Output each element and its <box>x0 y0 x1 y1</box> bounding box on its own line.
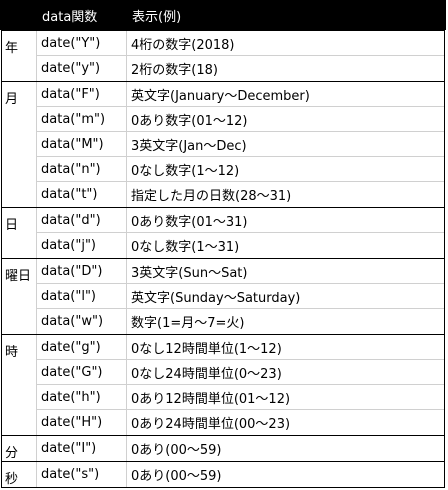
format-cell: data("t") <box>37 182 127 207</box>
format-cell: data("j") <box>37 233 127 258</box>
display-cell: 2桁の数字(18) <box>131 63 218 78</box>
table-row: data("j") 0なし数字(1～31) <box>37 233 444 258</box>
table-group: 分 date("I") 0あり(00～59) <box>1 435 445 461</box>
table-row: date("Y") 4桁の数字(2018) <box>37 31 444 56</box>
date-format-table: data関数 表示(例) 年 date("Y") 4桁の数字(2018) date("… <box>0 0 446 488</box>
table-row: data("D") 3英文字(Sun～Sat) <box>37 259 444 284</box>
table-row: data("l") 英文字(Sunday～Saturday) <box>37 284 444 309</box>
table-row: date("H") 0あり24時間単位(00～23) <box>37 410 444 435</box>
table-row: data("M") 3英文字(Jan～Dec) <box>37 132 444 157</box>
format-cell: data("m") <box>37 107 127 131</box>
display-cell: 0あり数字(01～12) <box>131 113 248 129</box>
format-cell: date("h") <box>37 385 127 409</box>
table-row: date("s") 0あり(00～59) <box>37 462 444 487</box>
display-cell: 指定した月の日数(28～31) <box>131 189 292 204</box>
table-group: 年 date("Y") 4桁の数字(2018) date("y") 2桁の数字(18) <box>1 30 445 81</box>
format-cell: data("F") <box>37 82 127 106</box>
display-cell: 数字(1=月～7=火) <box>131 316 245 331</box>
table-row: data("w") 数字(1=月～7=火) <box>37 309 444 334</box>
table-row: data("n") 0なし数字(1～12) <box>37 157 444 182</box>
table-row: data("m") 0あり数字(01～12) <box>37 107 444 132</box>
table-row: date("I") 0あり(00～59) <box>37 436 444 461</box>
header-func: data関数 <box>42 9 98 25</box>
format-cell: date("G") <box>37 360 127 384</box>
table-row: date("G") 0なし24時間単位(0～23) <box>37 360 444 385</box>
display-cell: 0なし数字(1～31) <box>131 240 240 255</box>
table-group: 月 data("F") 英文字(January～December) data("m")… <box>1 81 445 207</box>
display-cell: 0あり(00～59) <box>131 469 222 484</box>
header-display: 表示(例) <box>132 9 182 25</box>
table-body: 年 date("Y") 4桁の数字(2018) date("y") 2桁の数字(18) 月… <box>0 30 446 488</box>
format-cell: data("w") <box>37 309 127 334</box>
unit-label: 曜日 <box>2 259 37 334</box>
table-row: date("h") 0あり12時間単位(01～12) <box>37 385 444 410</box>
display-cell: 3英文字(Sun～Sat) <box>131 265 248 281</box>
format-cell: data("M") <box>37 132 127 156</box>
format-cell: date("I") <box>37 436 127 461</box>
table-row: data("d") 0あり数字(01～31) <box>37 208 444 233</box>
unit-label: 日 <box>2 208 37 258</box>
unit-label: 月 <box>2 82 37 207</box>
format-cell: data("l") <box>37 284 127 308</box>
format-cell: data("d") <box>37 208 127 232</box>
display-cell: 0なし数字(1～12) <box>131 163 240 179</box>
format-cell: date("s") <box>37 462 127 487</box>
table-group: 日 data("d") 0あり数字(01～31) data("j") 0なし数字(1～3… <box>1 207 445 258</box>
unit-label: 秒 <box>2 462 37 487</box>
table-row: date("g") 0なし12時間単位(1～12) <box>37 335 444 360</box>
format-cell: date("Y") <box>37 31 127 55</box>
unit-label: 時 <box>2 335 37 435</box>
display-cell: 英文字(Sunday～Saturday) <box>131 290 301 306</box>
table-group: 時 date("g") 0なし12時間単位(1～12) date("G") 0なし24時… <box>1 334 445 435</box>
display-cell: 0あり12時間単位(01～12) <box>131 391 291 407</box>
table-group: 秒 date("s") 0あり(00～59) <box>1 461 445 488</box>
display-cell: 0あり(00～59) <box>131 443 222 458</box>
format-cell: date("y") <box>37 56 127 81</box>
format-cell: date("g") <box>37 335 127 359</box>
display-cell: 4桁の数字(2018) <box>131 37 235 53</box>
display-cell: 0あり24時間単位(00～23) <box>131 417 291 432</box>
unit-label: 分 <box>2 436 37 461</box>
table-row: date("y") 2桁の数字(18) <box>37 56 444 81</box>
format-cell: date("H") <box>37 410 127 435</box>
table-header: data関数 表示(例) <box>0 0 446 30</box>
display-cell: 3英文字(Jan～Dec) <box>131 138 247 154</box>
table-group: 曜日 data("D") 3英文字(Sun～Sat) data("l") 英文字(Sun… <box>1 258 445 334</box>
display-cell: 0なし24時間単位(0～23) <box>131 366 282 382</box>
unit-label: 年 <box>2 31 37 81</box>
table-row: data("t") 指定した月の日数(28～31) <box>37 182 444 207</box>
display-cell: 英文字(January～December) <box>131 88 310 104</box>
table-row: data("F") 英文字(January～December) <box>37 82 444 107</box>
display-cell: 0なし12時間単位(1～12) <box>131 341 282 357</box>
format-cell: data("n") <box>37 157 127 181</box>
format-cell: data("D") <box>37 259 127 283</box>
display-cell: 0あり数字(01～31) <box>131 214 248 230</box>
